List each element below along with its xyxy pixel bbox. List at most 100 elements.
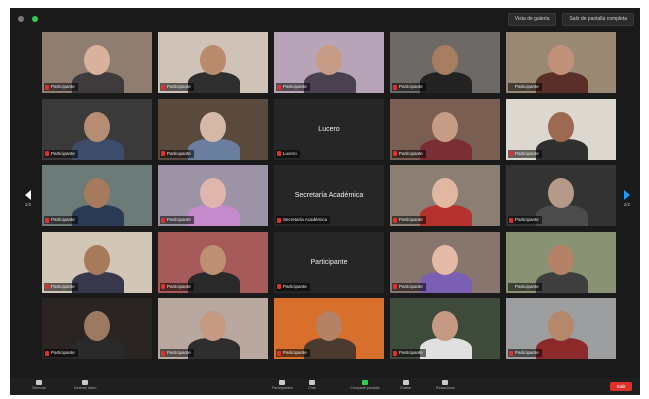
participant-face: [200, 111, 226, 142]
participant-shoulders: [188, 205, 240, 226]
muted-microphone-icon: [45, 217, 49, 223]
participant-face: [200, 45, 226, 75]
toolbar-item-share-screen[interactable]: Compartir pantalla: [350, 380, 379, 393]
toolbar-item-record[interactable]: Grabar: [400, 380, 411, 393]
meeting-toolbar: Salir Silenciar Detener video Participante…: [10, 378, 640, 395]
muted-microphone-icon: [509, 151, 513, 156]
participant-tile[interactable]: Participante: [42, 165, 152, 226]
participant-tile[interactable]: Participante: [158, 32, 268, 93]
exit-fullscreen-button[interactable]: Salir de pantalla completa: [562, 13, 634, 26]
participant-tile[interactable]: Participante: [506, 165, 616, 226]
toolbar-item-label: Grabar: [400, 386, 412, 390]
participant-face: [84, 178, 110, 208]
muted-microphone-icon: [509, 217, 513, 223]
participant-tile[interactable]: Participante: [390, 98, 500, 160]
toolbar-item-label: Detener video: [74, 386, 97, 390]
toolbar-item-video-camera[interactable]: Detener video: [74, 380, 96, 393]
muted-microphone-icon: [161, 84, 165, 90]
previous-page-button[interactable]: 1/2: [21, 190, 35, 212]
participant-face: [316, 311, 342, 341]
participant-name-label: Participante: [508, 349, 542, 357]
participant-name-label: Participante: [44, 216, 78, 224]
participant-tile[interactable]: Participante: [274, 298, 384, 359]
participant-tile[interactable]: Participante: [390, 165, 500, 226]
toolbar-item-label: Reacciones: [436, 386, 455, 390]
muted-microphone-icon: [393, 350, 397, 356]
toolbar-item-chat[interactable]: Chat: [308, 380, 316, 393]
reactions-icon: [442, 380, 449, 385]
participants-icon: [279, 380, 286, 385]
muted-microphone-icon: [45, 84, 49, 90]
participant-shoulders: [304, 72, 356, 93]
share-screen-icon: [361, 380, 368, 385]
participant-name-label: Participante: [392, 282, 426, 291]
toolbar-item-label: Compartir pantalla: [350, 386, 380, 390]
participant-face: [200, 311, 226, 341]
gallery-view-button[interactable]: Vista de galería: [507, 13, 557, 26]
leave-meeting-button[interactable]: Salir: [610, 382, 632, 391]
toolbar-item-reactions[interactable]: Reacciones: [436, 380, 455, 393]
participant-tile[interactable]: Participante: [158, 298, 268, 359]
participant-tile[interactable]: Participante: [158, 98, 268, 160]
participant-face: [432, 45, 458, 75]
participant-tile[interactable]: Participante: [158, 231, 268, 293]
participant-tile[interactable]: Secretaría Académica Secretaría Académica: [274, 165, 384, 226]
participant-face: [548, 178, 574, 208]
participant-shoulders: [72, 271, 124, 293]
participant-name-label: Participante: [44, 149, 78, 158]
participant-shoulders: [188, 338, 240, 359]
muted-microphone-icon: [277, 217, 281, 223]
security-shield-icon[interactable]: [32, 16, 38, 22]
muted-microphone-icon: [277, 284, 281, 289]
next-page-button[interactable]: 2/2: [620, 190, 634, 212]
zoom-window: Vista de galería Salir de pantalla compl…: [10, 8, 640, 395]
participant-face: [84, 45, 110, 75]
toolbar-item-participants[interactable]: Participantes: [272, 380, 293, 393]
participant-tile[interactable]: Participante: [506, 32, 616, 93]
participant-shoulders: [188, 72, 240, 93]
participant-face: [548, 311, 574, 341]
participant-tile[interactable]: Participante: [506, 231, 616, 293]
info-icon[interactable]: [18, 16, 24, 22]
participant-face: [548, 111, 574, 142]
record-icon: [402, 380, 409, 385]
participant-shoulders: [536, 205, 588, 226]
participant-tile[interactable]: Participante: [42, 32, 152, 93]
participant-tile[interactable]: Participante: [506, 298, 616, 359]
participant-name-label: Participante: [508, 282, 542, 291]
participant-tile[interactable]: Participante: [274, 32, 384, 93]
participant-tile[interactable]: Participante: [390, 32, 500, 93]
participant-name-label: Participante: [44, 349, 78, 357]
participant-name-label: Participante: [160, 149, 194, 158]
participant-shoulders: [304, 338, 356, 359]
participant-tile[interactable]: Participante Participante: [274, 231, 384, 293]
participant-tile[interactable]: Participante: [42, 231, 152, 293]
participant-tile[interactable]: Participante: [506, 98, 616, 160]
participant-shoulders: [536, 271, 588, 293]
page-indicator-right: 2/2: [623, 202, 631, 207]
participant-name-label: Participante: [160, 83, 194, 91]
participant-shoulders: [420, 205, 472, 226]
participant-name-label: Participante: [392, 349, 426, 357]
participant-tile[interactable]: Lucero Lucero: [274, 98, 384, 160]
top-bar: Vista de galería Salir de pantalla compl…: [10, 8, 640, 30]
participant-name-label: Participante: [508, 83, 542, 91]
participant-name-label: Participante: [392, 83, 426, 91]
muted-microphone-icon: [277, 350, 281, 356]
participant-face: [84, 111, 110, 142]
participant-shoulders: [72, 338, 124, 359]
participant-name-label: Participante: [508, 216, 542, 224]
participant-tile[interactable]: Participante: [158, 165, 268, 226]
toolbar-item-label: Participantes: [272, 386, 293, 390]
participant-tile[interactable]: Participante: [42, 98, 152, 160]
participant-shoulders: [420, 72, 472, 93]
participant-name-label: Participante: [276, 349, 310, 357]
participant-tile[interactable]: Participante: [42, 298, 152, 359]
participant-face: [432, 111, 458, 142]
participant-face: [548, 45, 574, 75]
toolbar-item-microphone[interactable]: Silenciar: [32, 380, 46, 393]
participant-face: [84, 311, 110, 341]
chevron-left-icon: [25, 190, 31, 200]
participant-tile[interactable]: Participante: [390, 298, 500, 359]
participant-tile[interactable]: Participante: [390, 231, 500, 293]
